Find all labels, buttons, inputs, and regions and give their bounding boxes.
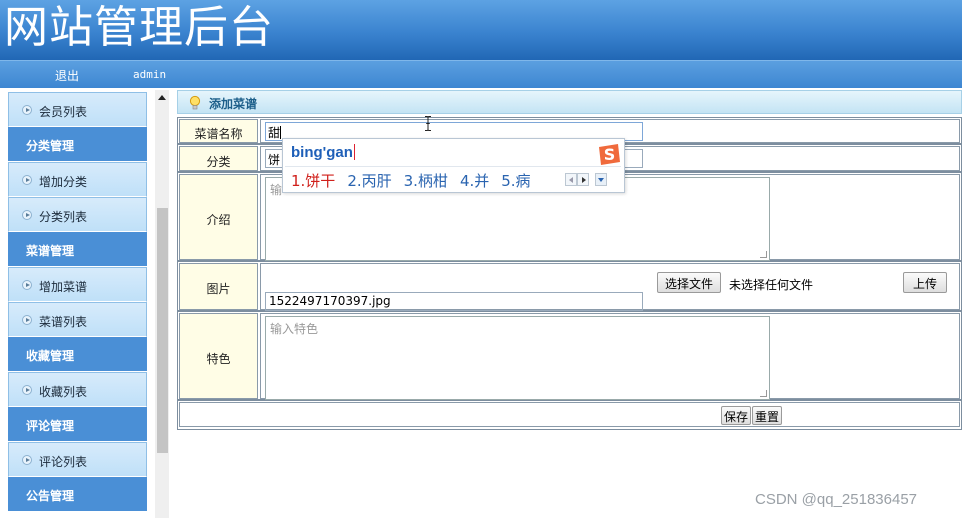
text-caret [280, 126, 282, 139]
actions-cell: 保存 重置 [179, 402, 960, 427]
recipe-name-value: 甜 [268, 126, 281, 140]
bullet-arrow-icon [22, 455, 32, 465]
svg-text:S: S [604, 145, 616, 164]
sidebar-label: 分类管理 [26, 139, 75, 153]
sidebar: 会员列表分类管理增加分类分类列表菜谱管理增加菜谱菜谱列表收藏管理收藏列表评论管理… [0, 88, 172, 518]
ime-caret [353, 144, 355, 160]
sidebar-item[interactable]: 分类列表 [8, 197, 147, 232]
bullet-arrow-icon [22, 385, 32, 395]
feature-placeholder: 输入特色 [270, 322, 319, 336]
sogou-logo-icon: S [599, 144, 620, 165]
image-cell: 选择文件 未选择任何文件 上传 1522497170397.jpg [260, 263, 960, 311]
sidebar-group-header[interactable]: 菜谱管理 [8, 232, 147, 267]
name-label: 菜谱名称 [179, 119, 258, 143]
sidebar-item[interactable]: 增加分类 [8, 162, 147, 197]
sidebar-item[interactable]: 菜谱列表 [8, 302, 147, 337]
ime-candidate[interactable]: 1.饼干 [291, 170, 335, 191]
panel-title: 添加菜谱 [209, 97, 258, 111]
ime-candidate[interactable]: 4.并 [460, 170, 489, 191]
sidebar-item[interactable]: 增加菜谱 [8, 267, 147, 302]
logout-link[interactable]: 退出 [55, 67, 79, 84]
text-cursor-icon [425, 116, 431, 131]
form-row-actions: 保存 重置 [178, 401, 961, 429]
intro-label: 介绍 [179, 174, 258, 260]
sidebar-group-header[interactable]: 分类管理 [8, 127, 147, 162]
resize-grip-icon[interactable] [760, 251, 767, 258]
ime-divider [285, 166, 621, 167]
bullet-arrow-icon [22, 175, 32, 185]
watermark: CSDN @qq_251836457 [755, 491, 918, 508]
sidebar-label: 公告管理 [26, 489, 75, 503]
bullet-arrow-icon [22, 210, 32, 220]
ime-candidate[interactable]: 3.柄柑 [404, 170, 448, 191]
sidebar-group-header[interactable]: 收藏管理 [8, 337, 147, 372]
ime-candidate-popup: bing'gan S 1.饼干 2.丙肝 3.柄柑 4.并 5.病 [282, 138, 625, 193]
sidebar-label: 评论管理 [26, 419, 75, 433]
sidebar-group-header[interactable]: 评论管理 [8, 407, 147, 442]
ime-pinyin: bing'gan [291, 144, 355, 161]
ime-candidate[interactable]: 2.丙肝 [347, 170, 391, 191]
form-row-image: 图片 选择文件 未选择任何文件 上传 1522497170397.jpg [178, 262, 961, 312]
save-button[interactable]: 保存 [721, 406, 752, 425]
sidebar-scrollbar[interactable] [155, 90, 169, 518]
upload-button[interactable]: 上传 [903, 272, 948, 293]
image-label: 图片 [179, 263, 258, 310]
panel-header: 添加菜谱 [177, 90, 962, 114]
ime-prev-page-icon[interactable] [565, 173, 577, 186]
sidebar-label: 收藏列表 [39, 385, 88, 399]
sidebar-item[interactable]: 收藏列表 [8, 372, 147, 407]
image-path-input[interactable]: 1522497170397.jpg [265, 292, 643, 311]
ime-page-controls [565, 173, 607, 189]
choose-file-button[interactable]: 选择文件 [657, 272, 722, 293]
feature-label: 特色 [179, 313, 258, 399]
current-user: admin [133, 68, 167, 81]
form-row-feature: 特色 输入特色 [178, 312, 961, 401]
bullet-arrow-icon [22, 315, 32, 325]
sidebar-label: 会员列表 [39, 105, 88, 119]
sidebar-label: 菜谱管理 [26, 244, 75, 258]
bullet-arrow-icon [22, 105, 32, 115]
ime-pinyin-text: bing'gan [291, 144, 353, 161]
ime-next-page-icon[interactable] [577, 173, 589, 186]
sidebar-group-header[interactable]: 公告管理 [8, 477, 147, 512]
category-label: 分类 [179, 146, 258, 171]
scroll-up-arrow-icon[interactable] [155, 90, 169, 105]
ime-candidate-list: 1.饼干 2.丙肝 3.柄柑 4.并 5.病 [291, 170, 543, 191]
sidebar-label: 评论列表 [39, 455, 88, 469]
header: 网站管理后台 [0, 0, 962, 60]
sidebar-label: 增加分类 [39, 175, 88, 189]
sidebar-label: 增加菜谱 [39, 280, 88, 294]
lightbulb-icon [189, 95, 201, 110]
ime-candidate[interactable]: 5.病 [501, 170, 530, 191]
top-nav-bar: 退出 admin [0, 60, 962, 88]
site-title: 网站管理后台 [4, 2, 274, 53]
feature-cell: 输入特色 [260, 313, 960, 400]
intro-placeholder: 输 [270, 183, 283, 197]
sidebar-label: 分类列表 [39, 210, 88, 224]
sidebar-label: 菜谱列表 [39, 315, 88, 329]
feature-textarea[interactable]: 输入特色 [265, 316, 770, 400]
scroll-thumb[interactable] [157, 208, 168, 453]
file-status: 未选择任何文件 [729, 278, 814, 292]
sidebar-label: 收藏管理 [26, 349, 75, 363]
sidebar-item[interactable]: 评论列表 [8, 442, 147, 477]
bullet-arrow-icon [22, 280, 32, 290]
sidebar-menu: 会员列表分类管理增加分类分类列表菜谱管理增加菜谱菜谱列表收藏管理收藏列表评论管理… [8, 92, 147, 512]
sidebar-item[interactable]: 会员列表 [8, 92, 147, 127]
resize-grip-icon[interactable] [760, 390, 767, 397]
reset-button[interactable]: 重置 [752, 406, 783, 425]
ime-expand-icon[interactable] [595, 173, 607, 186]
